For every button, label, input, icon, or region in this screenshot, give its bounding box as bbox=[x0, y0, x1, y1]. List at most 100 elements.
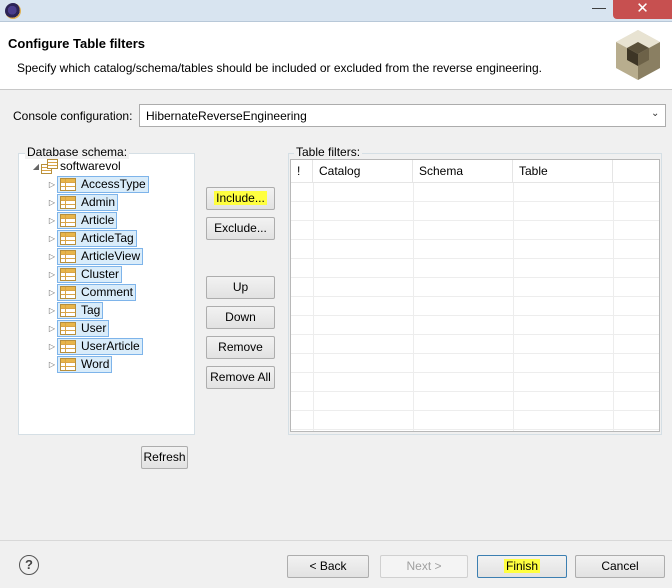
table-filters-grid[interactable]: ! Catalog Schema Table bbox=[290, 159, 660, 432]
dialog-description: Specify which catalog/schema/tables shou… bbox=[17, 61, 542, 75]
column-header-exclude[interactable]: ! bbox=[291, 160, 313, 183]
tree-item-selection[interactable]: Tag bbox=[57, 301, 104, 319]
table-icon bbox=[60, 303, 76, 317]
tree-item-selection[interactable]: Admin bbox=[57, 193, 119, 211]
expand-arrow-icon[interactable]: ▷ bbox=[47, 288, 57, 297]
tree-item-table[interactable]: ▷ Word bbox=[47, 355, 113, 373]
table-row bbox=[291, 221, 659, 240]
column-header-filler bbox=[613, 160, 659, 183]
footer-separator bbox=[0, 540, 672, 541]
tree-item-table[interactable]: ▷ UserArticle bbox=[47, 337, 143, 355]
tree-item-table[interactable]: ▷ ArticleView bbox=[47, 247, 144, 265]
table-row bbox=[291, 202, 659, 221]
tree-item-table[interactable]: ▷ Article bbox=[47, 211, 118, 229]
tree-item-selection[interactable]: UserArticle bbox=[57, 337, 143, 355]
refresh-button[interactable]: Refresh bbox=[141, 446, 188, 469]
window-titlebar bbox=[0, 0, 672, 22]
help-icon[interactable]: ? bbox=[19, 555, 39, 575]
expand-arrow-icon[interactable]: ▷ bbox=[47, 216, 57, 225]
tree-item-label: Word bbox=[81, 357, 110, 371]
table-icon bbox=[60, 339, 76, 353]
expand-arrow-icon[interactable]: ▷ bbox=[47, 342, 57, 351]
expand-arrow-icon[interactable]: ▷ bbox=[47, 360, 57, 369]
table-row bbox=[291, 240, 659, 259]
tree-item-label: Cluster bbox=[81, 267, 120, 281]
up-button[interactable]: Up bbox=[206, 276, 275, 299]
hibernate-logo-icon bbox=[616, 30, 660, 80]
chevron-down-icon: ⌄ bbox=[651, 108, 660, 119]
expand-arrow-icon[interactable]: ▷ bbox=[47, 234, 57, 243]
console-configuration-value: HibernateReverseEngineering bbox=[146, 109, 307, 123]
exclude-button[interactable]: Exclude... bbox=[206, 217, 275, 240]
tree-item-label: Comment bbox=[81, 285, 134, 299]
close-button[interactable]: ✕ bbox=[613, 0, 672, 19]
expand-arrow-icon[interactable]: ▷ bbox=[47, 306, 57, 315]
tree-item-selection[interactable]: AccessType bbox=[57, 175, 149, 193]
table-icon bbox=[60, 213, 76, 227]
table-row bbox=[291, 183, 659, 202]
table-row bbox=[291, 335, 659, 354]
tree-item-label: Admin bbox=[81, 195, 116, 209]
column-divider bbox=[313, 183, 314, 431]
table-icon bbox=[60, 357, 76, 371]
cancel-button[interactable]: Cancel bbox=[575, 555, 665, 578]
include-button[interactable]: Include... bbox=[206, 187, 275, 210]
expand-arrow-icon[interactable]: ▷ bbox=[47, 252, 57, 261]
tree-item-label: User bbox=[81, 321, 107, 335]
tree-item-label: Tag bbox=[81, 303, 101, 317]
tree-item-table[interactable]: ▷ ArticleTag bbox=[47, 229, 137, 247]
tree-root-softwarevol[interactable]: ◢ softwarevol bbox=[31, 157, 121, 175]
tree-item-selection[interactable]: Article bbox=[57, 211, 118, 229]
column-header-table[interactable]: Table bbox=[513, 160, 613, 183]
column-header-catalog[interactable]: Catalog bbox=[313, 160, 413, 183]
schema-icon bbox=[41, 159, 58, 174]
table-icon bbox=[60, 285, 76, 299]
expand-arrow-icon[interactable]: ▷ bbox=[47, 180, 57, 189]
console-configuration-select[interactable]: HibernateReverseEngineering ⌄ bbox=[139, 104, 666, 127]
table-icon bbox=[60, 231, 76, 245]
eclipse-icon bbox=[5, 3, 21, 19]
table-row bbox=[291, 411, 659, 430]
console-configuration-label: Console configuration: bbox=[13, 109, 133, 123]
remove-button[interactable]: Remove bbox=[206, 336, 275, 359]
dialog-header: Configure Table filters Specify which ca… bbox=[0, 22, 672, 90]
table-row bbox=[291, 259, 659, 278]
remove-all-button[interactable]: Remove All bbox=[206, 366, 275, 389]
table-row bbox=[291, 297, 659, 316]
column-divider bbox=[413, 183, 414, 431]
tree-item-selection[interactable]: User bbox=[57, 319, 110, 337]
tree-item-selection[interactable]: Cluster bbox=[57, 265, 123, 283]
tree-item-table[interactable]: ▷ Cluster bbox=[47, 265, 123, 283]
column-divider bbox=[513, 183, 514, 431]
tree-item-selection[interactable]: Word bbox=[57, 355, 113, 373]
table-icon bbox=[60, 177, 76, 191]
finish-button[interactable]: Finish bbox=[477, 555, 567, 578]
expand-arrow-icon[interactable]: ▷ bbox=[47, 198, 57, 207]
expand-arrow-icon[interactable]: ▷ bbox=[47, 324, 57, 333]
tree-item-label: ArticleView bbox=[81, 249, 141, 263]
table-row bbox=[291, 354, 659, 373]
next-button[interactable]: Next > bbox=[380, 555, 468, 578]
tree-item-selection[interactable]: ArticleView bbox=[57, 247, 144, 265]
table-row bbox=[291, 278, 659, 297]
tree-item-selection[interactable]: Comment bbox=[57, 283, 137, 301]
back-button[interactable]: < Back bbox=[287, 555, 369, 578]
tree-root-label: softwarevol bbox=[60, 159, 121, 173]
down-button[interactable]: Down bbox=[206, 306, 275, 329]
column-header-schema[interactable]: Schema bbox=[413, 160, 513, 183]
tree-item-selection[interactable]: ArticleTag bbox=[57, 229, 137, 247]
tree-item-table[interactable]: ▷ Admin bbox=[47, 193, 119, 211]
table-filters-label: Table filters: bbox=[294, 145, 363, 159]
expand-arrow-icon[interactable]: ▷ bbox=[47, 270, 57, 279]
tree-item-label: AccessType bbox=[81, 177, 146, 191]
tree-item-table[interactable]: ▷ Comment bbox=[47, 283, 137, 301]
minimize-button[interactable]: — bbox=[586, 0, 612, 19]
table-row bbox=[291, 373, 659, 392]
tree-item-table[interactable]: ▷ AccessType bbox=[47, 175, 149, 193]
tree-item-table[interactable]: ▷ Tag bbox=[47, 301, 104, 319]
expand-arrow-icon[interactable]: ◢ bbox=[31, 162, 41, 171]
tree-item-table[interactable]: ▷ User bbox=[47, 319, 110, 337]
table-row bbox=[291, 316, 659, 335]
column-divider bbox=[613, 183, 614, 431]
table-row bbox=[291, 392, 659, 411]
